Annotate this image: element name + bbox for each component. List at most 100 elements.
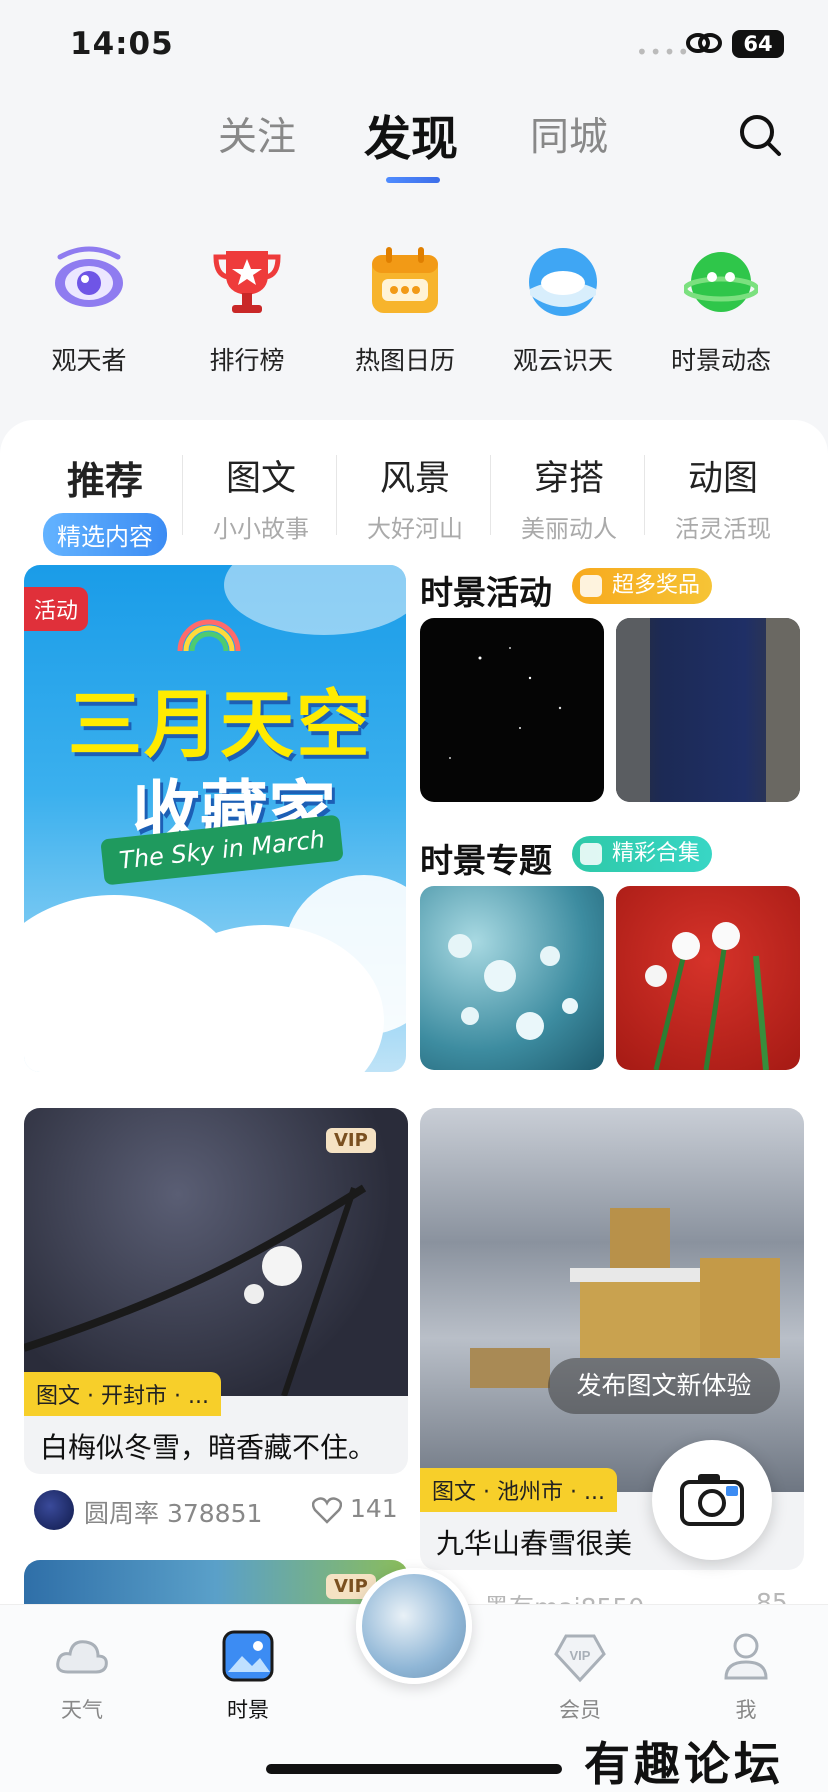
publish-tip: 发布图文新体验 [548,1358,780,1414]
category-tab-subtitle: 美丽动人 [521,515,617,543]
tab-divider [336,455,337,535]
eye-icon [55,246,123,307]
camera-icon [680,1474,744,1526]
svg-text:VIP: VIP [570,1648,591,1663]
category-tab-title: 推荐 [66,459,143,503]
nav-weather[interactable]: 天气 [32,1628,132,1724]
nav-label: 会员 [559,1698,601,1722]
promo-banner[interactable]: 活动 三月天空 收藏家 The Sky in March [24,565,406,1072]
photo-icon [222,1630,274,1682]
category-tab-graphic[interactable]: 图文 小小故事 [186,450,336,544]
category-tab-title: 风景 [379,459,450,499]
category-tabs: 推荐 精选内容 图文 小小故事 风景 大好河山 穿搭 美丽动人 动图 活灵活现 [20,450,810,556]
nav-profile[interactable]: 我 [696,1628,796,1724]
gift-icon [580,575,602,597]
banner-badge: 活动 [24,587,89,631]
quick-entry-observer[interactable]: 观天者 [14,245,164,377]
quick-entry-dynamics[interactable]: 时景动态 [646,245,796,377]
category-tab-outfit[interactable]: 穿搭 美丽动人 [494,450,644,544]
calendar-icon [372,247,438,313]
quick-entry-label: 观云识天 [512,346,613,375]
quick-entry-row: 观天者 排行榜 热图日历 观云识天 时景动态 [0,245,828,385]
activity-pill: 超多奖品 [572,568,713,604]
tab-divider [182,455,183,535]
camera-button[interactable] [652,1440,772,1560]
stars-image [449,647,562,759]
feed-card-likes: 141 [350,1494,398,1523]
feed-card-plum-blossom[interactable]: VIP 图文 · 开封市 · ... 白梅似冬雪，暗香藏不住。 [24,1108,408,1474]
profile-icon [724,1633,768,1680]
quick-entry-label: 时景动态 [670,346,771,375]
tab-follow[interactable]: 关注 [218,106,296,162]
category-tab-recommended[interactable]: 推荐 精选内容 [30,450,180,556]
banner-pager [158,1043,266,1062]
tab-divider [644,455,645,535]
topic-thumb-narcissus[interactable] [616,886,800,1070]
topic-thumb-ice-bubbles[interactable] [420,886,604,1070]
category-tab-subtitle: 小小故事 [213,515,309,543]
feed-card-author[interactable]: 圆周率 378851 [84,1494,262,1530]
category-tab-subtitle: 活灵活现 [675,515,771,543]
grid-icon [580,843,602,865]
banner-cloud [224,565,406,635]
feed-card-partial[interactable]: VIP [24,1560,408,1610]
category-tab-scenery[interactable]: 风景 大好河山 [340,450,490,544]
nav-moments[interactable]: 时景 [198,1628,298,1724]
topics-pill-label: 精彩合集 [612,841,701,866]
watermark: 有趣论坛 [584,1737,784,1791]
topics-pill: 精彩合集 [572,836,713,872]
avatar[interactable] [34,1490,74,1530]
battery-indicator: 64 [732,30,784,58]
category-tab-title: 动图 [687,459,758,499]
quick-entry-label: 热图日历 [354,346,455,375]
quick-entry-ranking[interactable]: 排行榜 [172,245,322,377]
rainbow-icon [177,619,241,652]
feed-card-caption: 白梅似冬雪，暗香藏不住。 [40,1431,377,1464]
status-bar: 14:05 •••• 64 [0,0,828,90]
nav-membership[interactable]: VIP 会员 [530,1628,630,1724]
tab-local[interactable]: 同城 [530,106,608,162]
category-tab-animated[interactable]: 动图 活灵活现 [648,450,798,544]
top-tabs: 关注 发现 同城 [0,100,828,183]
vip-icon: VIP [554,1634,606,1683]
quick-entry-calendar[interactable]: 热图日历 [330,245,480,377]
planet-icon [682,252,760,312]
signal-icon: •••• [636,40,692,64]
narcissus-image [645,922,769,1070]
activity-thumb-city-sky[interactable] [616,618,800,802]
trophy-icon [213,251,281,313]
building-image [766,618,800,802]
tab-discover-label: 发现 [364,112,458,167]
cloud-icon [529,248,597,316]
tab-divider [490,455,491,535]
activity-title[interactable]: 时景活动 [420,566,552,614]
tab-discover[interactable]: 发现 [364,100,458,183]
vip-badge: VIP [326,1128,376,1153]
banner-headline: 三月天空 [68,682,372,768]
feed-card-tag: 图文 · 开封市 · ... [24,1372,221,1416]
center-sky-button[interactable] [356,1568,472,1684]
weather-cloud-icon [56,1640,108,1674]
category-tab-title: 穿搭 [533,459,604,499]
link-icon [686,33,722,53]
heart-icon[interactable] [312,1496,342,1524]
category-tab-subtitle: 大好河山 [367,515,463,543]
quick-entry-cloud[interactable]: 观云识天 [488,245,638,377]
active-tab-indicator [386,177,440,183]
activity-pill-label: 超多奖品 [612,573,701,598]
topics-title[interactable]: 时景专题 [420,834,552,882]
building-image [616,618,650,802]
category-tab-subtitle: 精选内容 [43,513,167,556]
nav-label: 时景 [227,1698,269,1722]
ice-bubbles-image [448,934,578,1040]
search-icon[interactable] [735,110,785,160]
activity-thumb-night-sky[interactable] [420,618,604,802]
snow-mountain-image [420,1108,804,1492]
quick-entry-label: 观天者 [51,346,127,375]
feed-card-tag: 图文 · 池州市 · ... [420,1468,617,1512]
home-indicator [266,1764,562,1774]
nav-label: 天气 [61,1698,103,1722]
quick-entry-label: 排行榜 [209,346,285,375]
nav-label: 我 [735,1698,757,1722]
feed-card-caption: 九华山春雪很美 [436,1527,633,1560]
